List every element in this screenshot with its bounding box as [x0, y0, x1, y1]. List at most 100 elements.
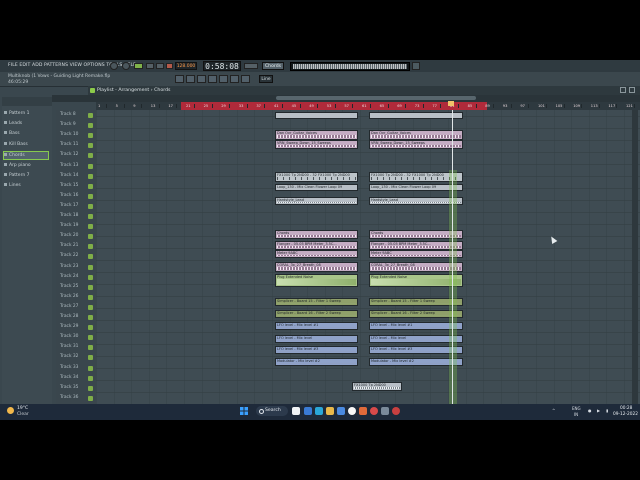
- playlist-maximize-icon[interactable]: [620, 87, 626, 93]
- folder-icon[interactable]: [326, 407, 334, 415]
- horizontal-scrollbar[interactable]: [96, 95, 636, 101]
- tool-mute-icon[interactable]: [208, 75, 217, 83]
- tool-select-icon[interactable]: [230, 75, 239, 83]
- track-grip-icon[interactable]: [88, 234, 93, 240]
- tray-chevron-icon[interactable]: ^: [552, 408, 555, 413]
- opera-icon[interactable]: [370, 407, 378, 415]
- browser-item[interactable]: Bass: [4, 130, 48, 137]
- clock-date[interactable]: 09-12-2022: [613, 412, 638, 417]
- taskbar-search[interactable]: Search: [256, 406, 288, 416]
- chrome-icon[interactable]: [348, 407, 356, 415]
- tempo-display[interactable]: 128.000: [175, 62, 197, 70]
- track-grip-icon[interactable]: [88, 153, 93, 159]
- tool-draw-icon[interactable]: [175, 75, 184, 83]
- browser-item[interactable]: Pattern 7: [4, 172, 48, 179]
- playlist-clip[interactable]: Hardstyle_Lead: [275, 197, 358, 205]
- playhead-marker[interactable]: [448, 101, 454, 106]
- track-grip-icon[interactable]: [88, 345, 93, 351]
- track-grip-icon[interactable]: [88, 395, 93, 401]
- playlist-clip[interactable]: LFO level - Mix level #1: [275, 322, 358, 330]
- playlist-clip[interactable]: Plug Extended Noise: [275, 274, 358, 287]
- track-grip-icon[interactable]: [88, 123, 93, 129]
- scrollbar-thumb[interactable]: [276, 96, 476, 100]
- record-button[interactable]: [166, 63, 173, 69]
- playlist-clip[interactable]: FX1000 Tp 2ND00 - 32 FX1000 Tp 2ND00: [275, 172, 358, 182]
- tool-delete-icon[interactable]: [197, 75, 206, 83]
- track-grip-icon[interactable]: [88, 264, 93, 270]
- playlist-clip[interactable]: Modulator - Mix level #2: [275, 358, 358, 366]
- playlist-clip[interactable]: Dan Ovr_Guitar_Voices: [369, 130, 463, 140]
- playlist-clip[interactable]: Flanger - 05.05 BPM Meter_3.5C...: [275, 241, 358, 250]
- language-region[interactable]: IN: [574, 412, 578, 417]
- playlist-clip[interactable]: [275, 112, 358, 119]
- track-grip-icon[interactable]: [88, 163, 93, 169]
- weather-sun-icon[interactable]: [7, 407, 14, 414]
- tool-zoom-icon[interactable]: [241, 75, 250, 83]
- tool-slice-icon[interactable]: [219, 75, 228, 83]
- language-indicator[interactable]: ENG: [572, 406, 581, 411]
- playlist-clip[interactable]: Loop_130 - Mix Clean Flower Loop 09: [275, 184, 358, 191]
- track-grip-icon[interactable]: [88, 203, 93, 209]
- snap-selector[interactable]: Line: [259, 75, 273, 83]
- playlist-close-icon[interactable]: [629, 87, 635, 93]
- master-volume-knob[interactable]: [110, 62, 118, 70]
- volume-icon[interactable]: ▶: [597, 408, 600, 413]
- track-grip-icon[interactable]: [88, 284, 93, 290]
- playlist-clip[interactable]: LFO level - Mix level: [275, 335, 358, 343]
- fl-studio-icon[interactable]: [359, 407, 367, 415]
- track-grip-icon[interactable]: [88, 365, 93, 371]
- browser-item[interactable]: Leads: [4, 120, 48, 127]
- playlist-clip[interactable]: FX1000 Tp 2ND00: [352, 382, 402, 391]
- task-view-icon[interactable]: [292, 407, 300, 415]
- track-grip-icon[interactable]: [88, 375, 93, 381]
- play-button[interactable]: [146, 63, 154, 69]
- track-grip-icon[interactable]: [88, 274, 93, 280]
- track-grip-icon[interactable]: [88, 214, 93, 219]
- tool-paint-icon[interactable]: [186, 75, 195, 83]
- weather-condition[interactable]: Clear: [17, 412, 29, 417]
- weather-temperature[interactable]: 19°C: [17, 406, 28, 411]
- playlist-clip[interactable]: Simplicer - Board 16 - Filter 2 Sweep: [275, 310, 358, 318]
- track-grip-icon[interactable]: [88, 335, 93, 341]
- pattern-selector[interactable]: Chords: [262, 62, 284, 70]
- browser-item[interactable]: Chords: [3, 151, 49, 160]
- playlist-clip[interactable]: [369, 112, 463, 119]
- media-icon[interactable]: [392, 407, 400, 415]
- browser-item[interactable]: Lines: [4, 182, 48, 189]
- track-grip-icon[interactable]: [88, 325, 93, 331]
- playlist-grid[interactable]: [96, 110, 640, 404]
- browser-item[interactable]: Arp piano: [4, 162, 48, 169]
- track-grip-icon[interactable]: [88, 385, 93, 391]
- store-icon[interactable]: [337, 407, 345, 415]
- playlist-clip[interactable]: Meter 9ABC: [275, 250, 358, 258]
- track-grip-icon[interactable]: [88, 304, 93, 310]
- playlist-clip[interactable]: LFO level - Mix level #3: [275, 346, 358, 354]
- track-grip-icon[interactable]: [88, 355, 93, 361]
- vertical-scrollbar[interactable]: [632, 110, 638, 404]
- windows-start-icon[interactable]: [240, 407, 248, 415]
- track-grip-icon[interactable]: [88, 133, 93, 139]
- track-grip-icon[interactable]: [88, 143, 93, 149]
- browser-item[interactable]: Kill Bass: [4, 141, 48, 148]
- battery-icon[interactable]: ▮: [606, 408, 608, 413]
- file-explorer-icon[interactable]: [304, 407, 312, 415]
- playlist-clip[interactable]: Simplicer - Board 15 - Filter 1 Sweep: [275, 298, 358, 306]
- track-grip-icon[interactable]: [88, 173, 93, 179]
- track-grip-icon[interactable]: [88, 183, 93, 189]
- track-grip-icon[interactable]: [88, 244, 93, 250]
- playlist-clip[interactable]: CORAL_3x_27_Breath_08: [275, 262, 358, 272]
- clock-time[interactable]: 00:28: [620, 406, 632, 411]
- master-pitch-knob[interactable]: [122, 62, 130, 70]
- track-grip-icon[interactable]: [88, 294, 93, 300]
- track-grip-icon[interactable]: [88, 224, 93, 230]
- playlist-clip[interactable]: Dan Ovr_Guitar_Voices: [275, 130, 358, 140]
- track-grip-icon[interactable]: [88, 254, 93, 260]
- track-grip-icon[interactable]: [88, 113, 93, 118]
- pattern-song-toggle[interactable]: [134, 63, 143, 69]
- browser-item[interactable]: Pattern 1: [4, 110, 48, 117]
- stop-button[interactable]: [156, 63, 164, 69]
- playlist-clip[interactable]: VRN_Sweep_Down_15_Sweeps: [275, 140, 358, 149]
- playlist-clip[interactable]: Chords: [275, 230, 358, 239]
- track-grip-icon[interactable]: [88, 193, 93, 199]
- app-icon[interactable]: [381, 407, 389, 415]
